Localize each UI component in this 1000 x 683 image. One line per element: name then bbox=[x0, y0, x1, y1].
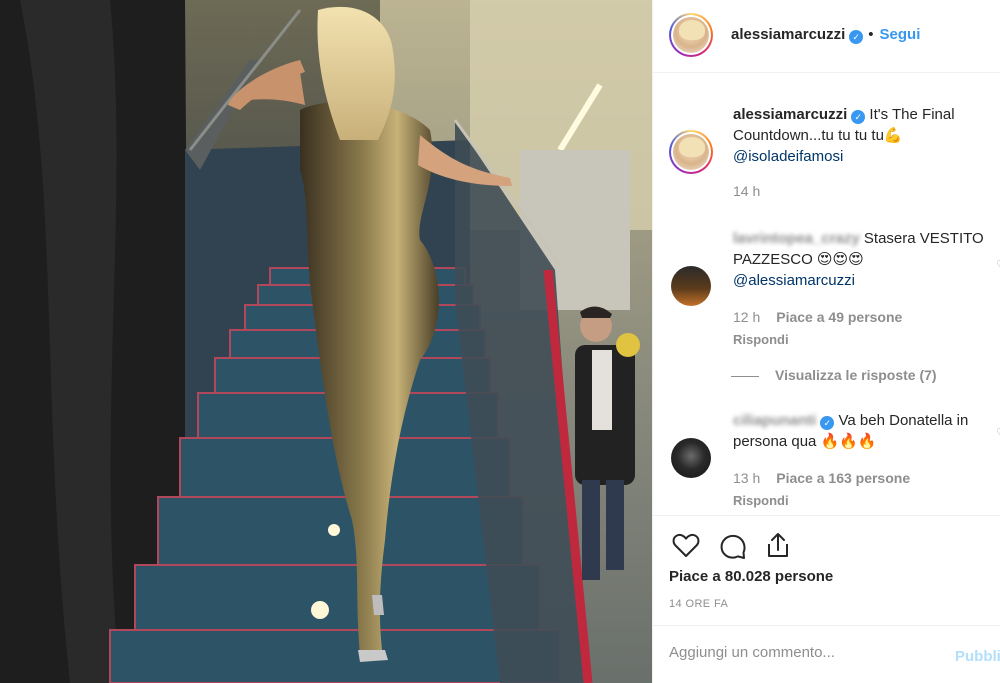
comment-body: ciliapunanti ✓ Va beh Donatella in person… bbox=[733, 410, 1000, 511]
verified-badge-icon: ✓ bbox=[851, 110, 866, 124]
post-actions: Piace a 80.028 persone 14 ORE FA bbox=[653, 515, 1000, 625]
caption-time[interactable]: 14 h bbox=[733, 183, 760, 199]
verified-badge-icon: ✓ bbox=[820, 416, 835, 430]
post-timestamp[interactable]: 14 ORE FA bbox=[669, 598, 728, 610]
comment-like-heart-icon[interactable]: ♡ bbox=[996, 258, 1000, 272]
caption-mention[interactable]: @isoladeifamosi bbox=[733, 148, 843, 165]
caption-username[interactable]: alessiamarcuzzi bbox=[733, 106, 847, 123]
commenter-username[interactable]: ciliapunanti bbox=[733, 412, 816, 429]
commenter-avatar[interactable] bbox=[671, 266, 711, 306]
comment-body: lavrintopea_crazy Stasera VESTITO PAZZES… bbox=[733, 228, 1000, 350]
comments-section[interactable]: alessiamarcuzzi ✓ It's The Final Countdow… bbox=[653, 73, 1000, 515]
post-header: alessiamarcuzzi ✓ • Segui bbox=[653, 0, 1000, 73]
photo-illustration bbox=[0, 0, 652, 683]
publish-button[interactable]: Pubblica bbox=[955, 648, 1000, 665]
reply-button[interactable]: Rispondi bbox=[733, 490, 1000, 511]
comment-meta: 13 h Piace a 163 persone bbox=[733, 468, 1000, 489]
author-avatar[interactable] bbox=[669, 13, 713, 57]
comment-like-heart-icon[interactable]: ♡ bbox=[996, 426, 1000, 440]
comment-likes[interactable]: Piace a 49 persone bbox=[776, 309, 902, 325]
comment-icon[interactable] bbox=[717, 530, 747, 560]
post-sidebar: alessiamarcuzzi ✓ • Segui alessiamarcuzzi ✓ … bbox=[652, 0, 1000, 683]
post-likes[interactable]: Piace a 80.028 persone bbox=[669, 568, 833, 585]
add-comment-bar: Pubblica bbox=[653, 625, 1000, 683]
commenter-username[interactable]: lavrintopea_crazy bbox=[733, 230, 860, 247]
share-icon[interactable] bbox=[763, 530, 793, 560]
comment-meta: 12 h Piace a 49 persone bbox=[733, 307, 1000, 328]
author-username[interactable]: alessiamarcuzzi bbox=[731, 26, 845, 43]
comment-input[interactable] bbox=[669, 644, 939, 661]
header-user-row: alessiamarcuzzi ✓ • Segui bbox=[731, 26, 920, 44]
comment-time[interactable]: 12 h bbox=[733, 309, 760, 325]
comment-likes[interactable]: Piace a 163 persone bbox=[776, 470, 910, 486]
view-replies-link[interactable]: Visualizza le risposte (7) bbox=[731, 367, 937, 383]
commenter-avatar[interactable] bbox=[671, 438, 711, 478]
verified-badge-icon: ✓ bbox=[849, 30, 864, 44]
post-photo[interactable] bbox=[0, 0, 652, 683]
header-separator: • bbox=[868, 26, 874, 43]
heart-icon[interactable] bbox=[671, 530, 701, 560]
comment-time[interactable]: 13 h bbox=[733, 470, 760, 486]
follow-button[interactable]: Segui bbox=[880, 26, 921, 43]
reply-button[interactable]: Rispondi bbox=[733, 329, 1000, 350]
caption-meta: 14 h bbox=[733, 181, 1000, 202]
caption-avatar[interactable] bbox=[669, 130, 713, 174]
caption-body: alessiamarcuzzi ✓ It's The Final Countdow… bbox=[733, 104, 1000, 202]
comment-mention[interactable]: @alessiamarcuzzi bbox=[733, 272, 855, 289]
